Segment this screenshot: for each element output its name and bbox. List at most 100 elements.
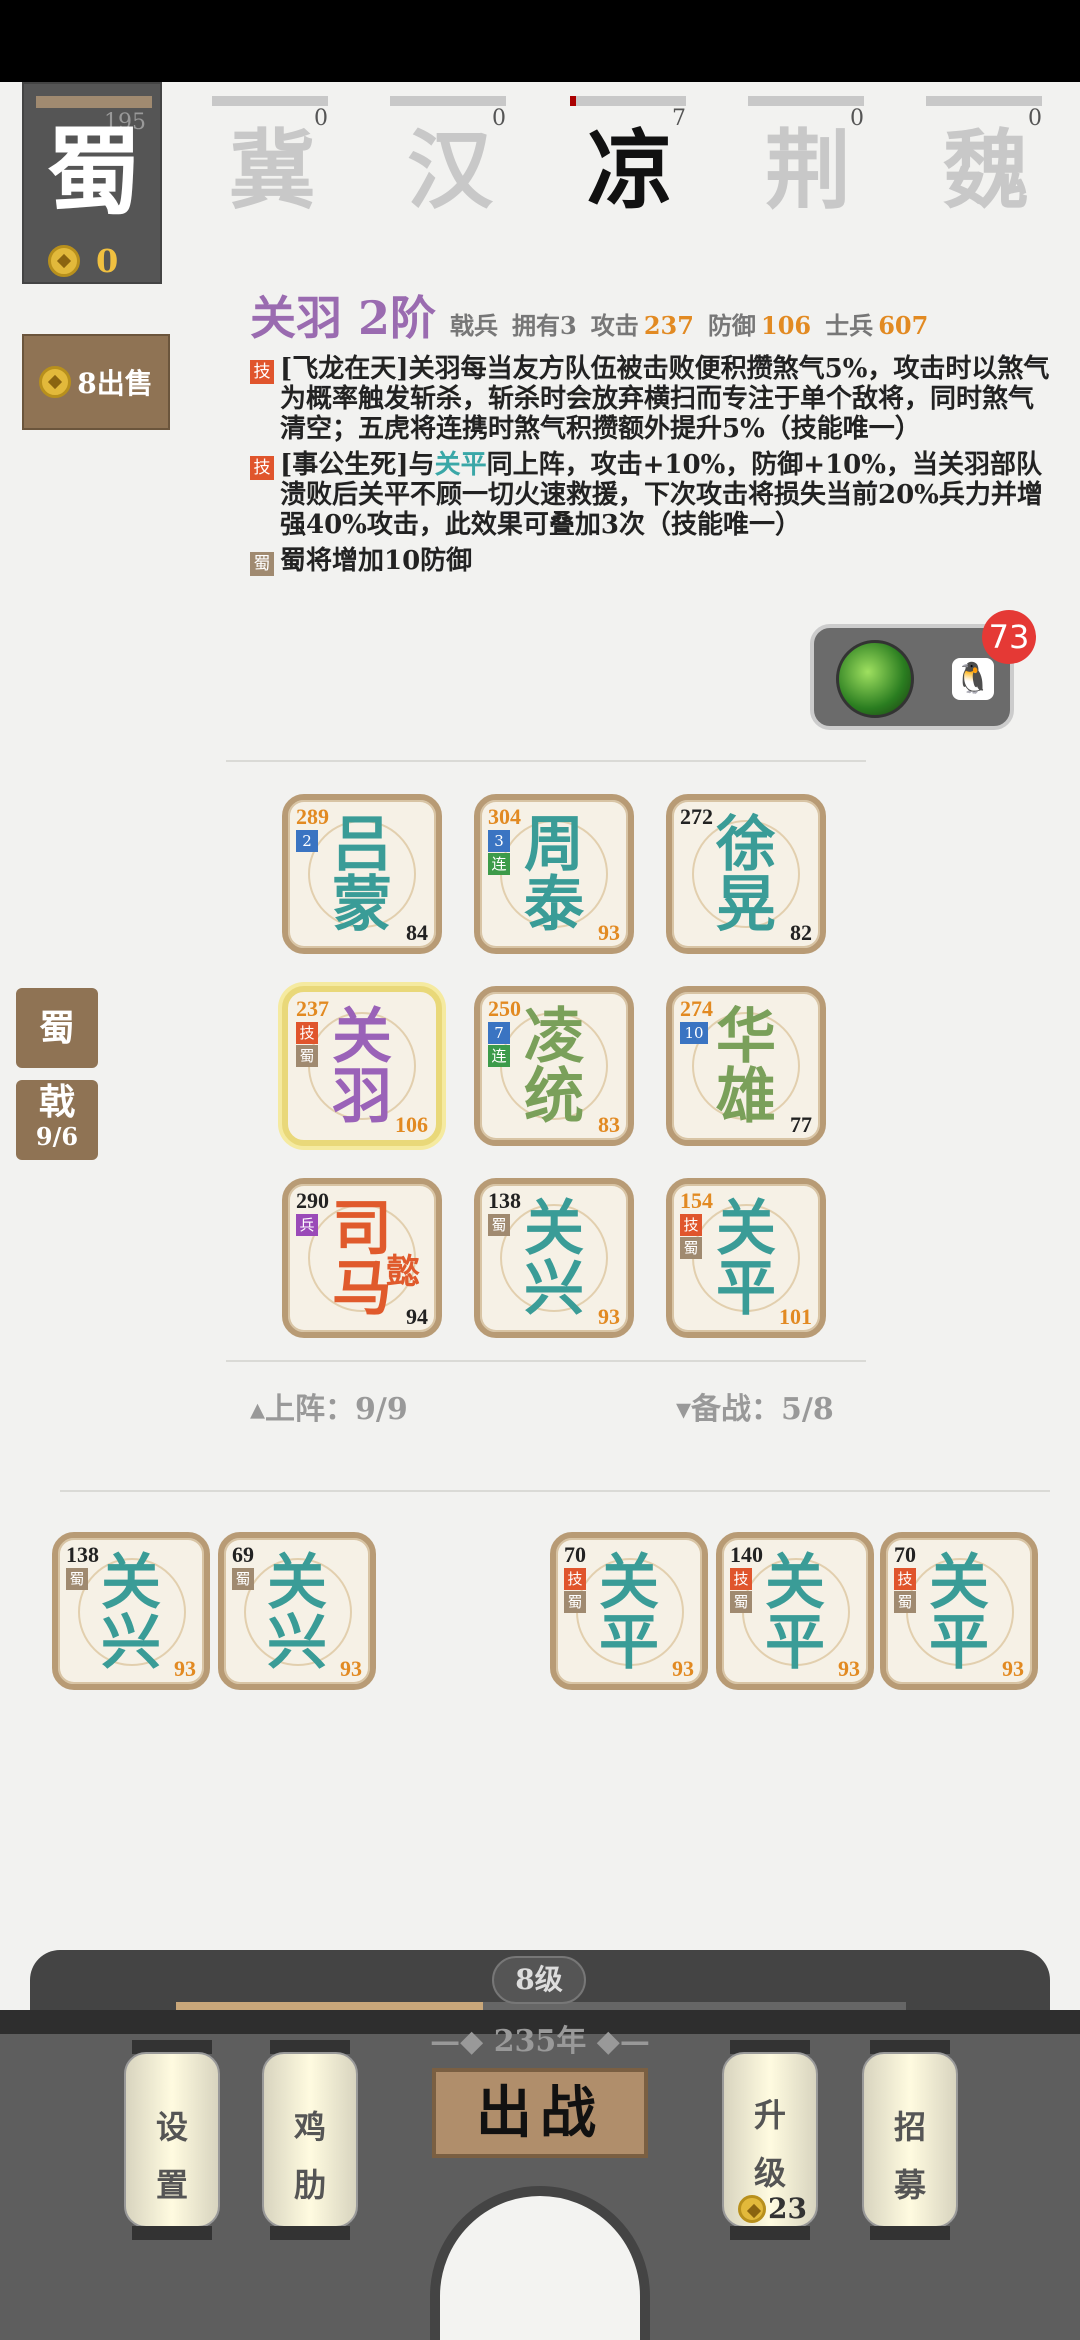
hero-badge: 蜀: [488, 1214, 510, 1236]
recruit-label-1: 招: [893, 2108, 926, 2146]
hero-title-row: 关羽 2阶 戟兵 拥有3 攻击 237 防御 106 士兵 607: [250, 282, 1050, 348]
chicken-rib-button[interactable]: 鸡 肋: [262, 2040, 358, 2240]
hero-badge: 技: [894, 1568, 916, 1590]
hero-badge: 连: [488, 1045, 510, 1067]
kingdom-0[interactable]: 0冀: [212, 96, 332, 220]
faction-progress-bar: [36, 96, 152, 108]
recruit-button[interactable]: 招 募: [862, 2040, 958, 2240]
hero-badge: 技: [564, 1568, 586, 1590]
kingdom-progress-bar: [212, 96, 328, 106]
sell-label: 8出售: [77, 367, 153, 400]
hero-tile[interactable]: 徐晃 272 82: [666, 794, 826, 954]
hero-troops: 138: [66, 1542, 99, 1567]
hero-power: 82: [790, 920, 812, 945]
hero-tile[interactable]: 关平 70 93 技蜀: [550, 1532, 708, 1690]
settings-label-2: 置: [155, 2166, 188, 2204]
hero-badge: 技: [296, 1022, 318, 1044]
troops-label: 士兵: [825, 311, 874, 340]
hero-badge: 技: [730, 1568, 752, 1590]
hero-tile[interactable]: 关兴 138 93 蜀: [474, 1178, 634, 1338]
hero-badge: 蜀: [296, 1045, 318, 1067]
kingdom-2[interactable]: 7凉: [570, 96, 690, 220]
hero-badge: 兵: [296, 1214, 318, 1236]
skill-1-text: [飞龙在天]关羽每当友方队伍被击败便积攒煞气5%，攻击时以煞气为概率触发斩杀，斩…: [280, 354, 1050, 444]
hero-troops: 289: [296, 804, 329, 829]
hero-power: 84: [406, 920, 428, 945]
hero-troops: 140: [730, 1542, 763, 1567]
sell-button[interactable]: 8出售: [22, 334, 170, 430]
hero-tile[interactable]: 吕蒙 289 84 2: [282, 794, 442, 954]
lantern-cap: [730, 2226, 810, 2240]
hero-tile[interactable]: 关兴 138 93 蜀: [52, 1532, 210, 1690]
player-level: 8级: [492, 1956, 586, 2004]
coin-icon: [48, 245, 80, 277]
kingdom-progress-bar: [926, 96, 1042, 106]
filter-tab-ji[interactable]: 戟 9/6: [16, 1080, 98, 1160]
hero-tile[interactable]: 关平 140 93 技蜀: [716, 1532, 874, 1690]
hero-power: 93: [1002, 1656, 1024, 1681]
chicken-rib-label-2: 肋: [293, 2166, 326, 2204]
hero-power: 93: [838, 1656, 860, 1681]
lantern-cap: [870, 2226, 950, 2240]
kingdom-progress-bar: [570, 96, 686, 106]
gold-amount: 0: [96, 242, 119, 280]
upgrade-cost: 23: [738, 2192, 807, 2225]
game-ball-icon[interactable]: [836, 640, 914, 718]
filter-tab-ji-count: 9/6: [35, 1122, 79, 1151]
skill-2-text: [事公生死]与关平同上阵，攻击+10%，防御+10%，当关羽部队溃败后关平不顾一…: [280, 450, 1050, 540]
hero-tile[interactable]: 周泰 304 93 3 连: [474, 794, 634, 954]
kingdom-4[interactable]: 0魏: [926, 96, 1046, 220]
hero-tile[interactable]: 司马懿 290 94 兵: [282, 1178, 442, 1338]
hero-name-char-3: 懿: [386, 1252, 420, 1292]
board-grid-line: [226, 1360, 866, 1362]
upgrade-cost-value: 23: [768, 2192, 807, 2225]
hero-power: 93: [340, 1656, 362, 1681]
battle-button[interactable]: 出战: [432, 2068, 648, 2158]
hero-badge: 蜀: [232, 1568, 254, 1590]
hero-power: 93: [174, 1656, 196, 1681]
defense-label: 防御: [707, 311, 756, 340]
hero-troops: 154: [680, 1188, 713, 1213]
hero-power: 93: [598, 920, 620, 945]
kingdom-1[interactable]: 0汉: [390, 96, 510, 220]
social-widget[interactable]: 🐧 73: [810, 610, 1036, 730]
faction-name: 蜀: [46, 115, 142, 228]
gold-display: 0: [48, 242, 118, 280]
kingdom-name: 汉: [407, 120, 493, 221]
hero-troops: 272: [680, 804, 713, 829]
hero-badge: 连: [488, 853, 510, 875]
qq-penguin-icon[interactable]: 🐧: [952, 658, 994, 700]
hero-tile[interactable]: 关兴 69 93 蜀: [218, 1532, 376, 1690]
chicken-rib-label-1: 鸡: [293, 2108, 326, 2146]
hero-power: 94: [406, 1304, 428, 1329]
hero-type: 戟兵: [450, 311, 499, 340]
hero-tile[interactable]: 华雄 274 77 10: [666, 986, 826, 1146]
hero-badge: 蜀: [564, 1591, 586, 1613]
level-progress-fill: [176, 2002, 483, 2010]
bonus-tag: 蜀: [250, 552, 274, 576]
skill-2-link: 关平: [434, 450, 487, 480]
hero-owned: 拥有3: [512, 311, 577, 340]
reserve-count: ▾备战：5/8: [676, 1392, 834, 1427]
hero-troops: 304: [488, 804, 521, 829]
filter-tab-shu[interactable]: 蜀: [16, 988, 98, 1068]
coin-icon: [738, 2194, 766, 2223]
bonus-text: 蜀将增加10防御: [280, 546, 473, 576]
hero-badge: 7: [488, 1022, 510, 1044]
hero-tile[interactable]: 凌统 250 83 7 连: [474, 986, 634, 1146]
hero-tile[interactable]: 关平 154 101 技蜀: [666, 1178, 826, 1338]
hero-tile[interactable]: 关羽 237 106 技蜀: [282, 986, 442, 1146]
hero-tile[interactable]: 关平 70 93 技蜀: [880, 1532, 1038, 1690]
notification-badge: 73: [982, 610, 1036, 664]
kingdom-name: 荆: [765, 120, 851, 221]
kingdom-3[interactable]: 0荆: [748, 96, 868, 220]
lantern-cap: [270, 2226, 350, 2240]
hero-badge: 蜀: [730, 1591, 752, 1613]
faction-panel[interactable]: 195 蜀 0: [22, 82, 162, 284]
reserve-grid-line: [60, 1490, 1050, 1492]
settings-button[interactable]: 设 置: [124, 2040, 220, 2240]
coin-icon: [39, 366, 72, 398]
kingdom-name: 魏: [943, 120, 1029, 221]
faction-bonus: 蜀 蜀将增加10防御: [250, 546, 1050, 576]
hero-name: 关羽 2阶: [250, 291, 437, 345]
